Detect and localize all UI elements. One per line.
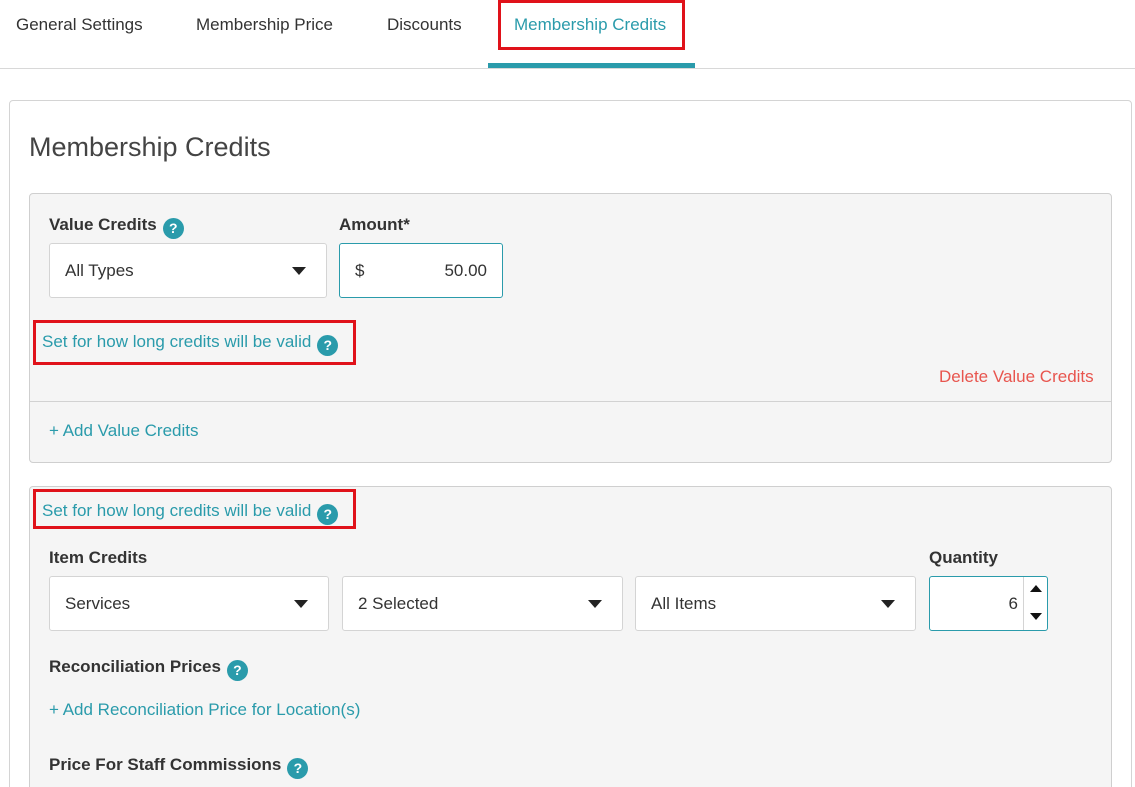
panel-divider (30, 401, 1111, 402)
value-credits-label: Value Credits? (49, 215, 184, 239)
delete-value-credits-link[interactable]: Delete Value Credits (939, 367, 1094, 387)
amount-input[interactable] (377, 256, 487, 286)
quantity-increment-button[interactable] (1024, 577, 1048, 603)
value-credits-type-value: All Types (65, 261, 134, 280)
help-icon[interactable]: ? (287, 758, 309, 779)
quantity-decrement-button[interactable] (1024, 604, 1048, 630)
reconciliation-prices-text: Reconciliation Prices (49, 657, 221, 676)
add-value-credits-link[interactable]: + Add Value Credits (49, 421, 198, 441)
reconciliation-prices-label: Reconciliation Prices? (49, 657, 248, 681)
value-credits-label-text: Value Credits (49, 215, 157, 234)
validity-link-text: Set for how long credits will be valid (42, 501, 312, 520)
help-icon[interactable]: ? (162, 218, 184, 239)
item-credits-validity-link[interactable]: Set for how long credits will be valid? (42, 501, 339, 525)
value-credits-validity-link[interactable]: Set for how long credits will be valid? (42, 332, 339, 356)
staff-commissions-label: Price For Staff Commissions? (49, 755, 309, 779)
item-selection-select[interactable]: 2 Selected (342, 576, 623, 631)
help-icon[interactable]: ? (317, 504, 339, 525)
quantity-stepper[interactable] (929, 576, 1048, 631)
tab-discounts[interactable]: Discounts (387, 0, 462, 69)
currency-symbol: $ (355, 261, 365, 280)
item-selection-value: 2 Selected (358, 594, 439, 613)
active-tab-indicator (488, 63, 695, 68)
quantity-spinner (1023, 577, 1047, 630)
items-select[interactable]: All Items (635, 576, 916, 631)
items-value: All Items (651, 594, 717, 613)
help-icon[interactable]: ? (317, 335, 339, 356)
quantity-label: Quantity (929, 548, 998, 567)
chevron-down-icon (588, 600, 602, 608)
chevron-down-icon (294, 600, 308, 608)
tab-general-settings[interactable]: General Settings (16, 0, 143, 69)
help-icon[interactable]: ? (226, 660, 248, 681)
tab-membership-credits[interactable]: Membership Credits (514, 0, 666, 69)
item-credits-label: Item Credits (49, 548, 148, 567)
tab-membership-price[interactable]: Membership Price (196, 0, 333, 69)
chevron-down-icon (881, 600, 895, 608)
staff-commissions-text: Price For Staff Commissions (49, 755, 282, 774)
quantity-input[interactable] (936, 589, 1018, 619)
amount-field[interactable]: $ (339, 243, 503, 298)
add-reconciliation-price-link[interactable]: + Add Reconciliation Price for Location(… (49, 700, 360, 720)
item-category-select[interactable]: Services (49, 576, 329, 631)
amount-label: Amount* (339, 215, 410, 234)
section-title: Membership Credits (29, 132, 271, 162)
chevron-down-icon (292, 267, 306, 275)
value-credits-type-select[interactable]: All Types (49, 243, 327, 298)
item-category-value: Services (65, 594, 131, 613)
validity-link-text: Set for how long credits will be valid (42, 332, 312, 351)
item-credits-panel (29, 486, 1112, 787)
tab-bar: General Settings Membership Price Discou… (0, 0, 1135, 69)
